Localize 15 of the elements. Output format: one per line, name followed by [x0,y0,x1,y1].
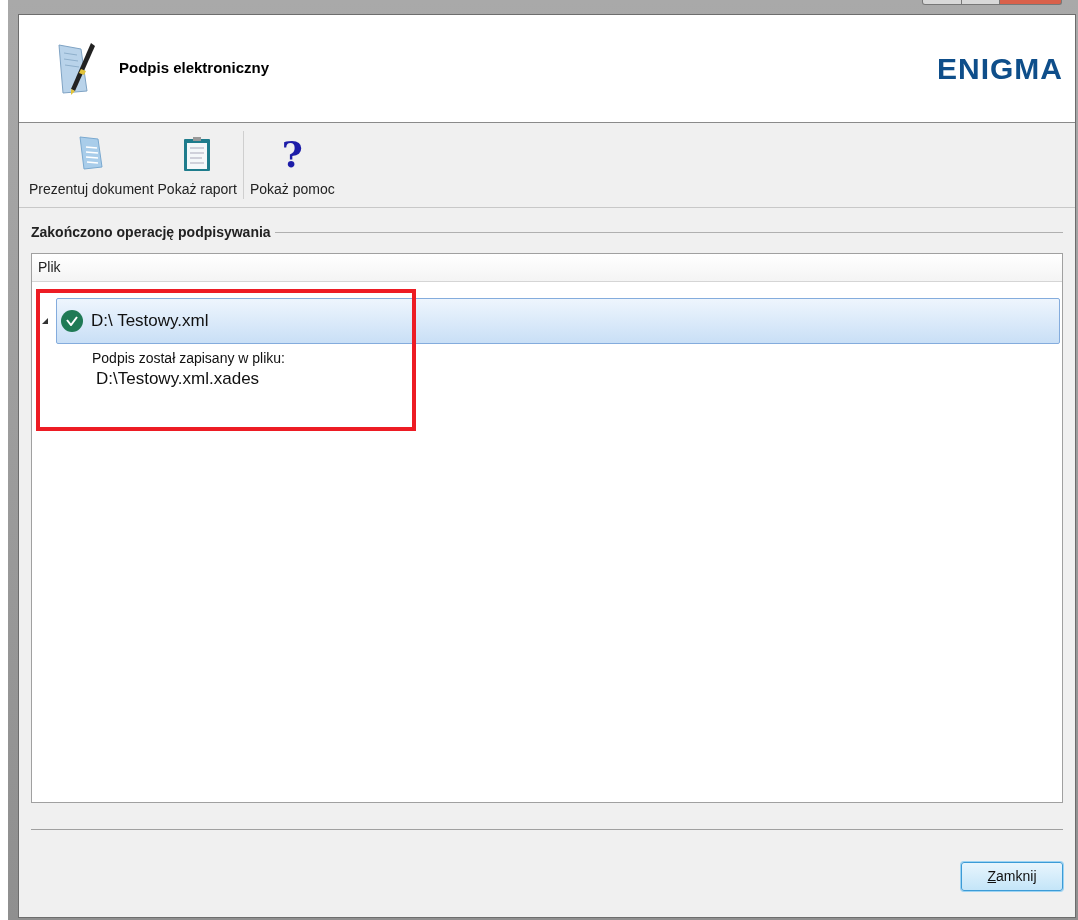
column-header[interactable]: Plik [32,254,1062,281]
close-dialog-button[interactable]: Zamknij [961,862,1063,891]
minimize-button[interactable] [922,0,962,5]
tree-item[interactable]: D:\ Testowy.xml [56,298,1060,344]
document-pen-icon [55,40,97,97]
brand-logo: ENIGMA [937,53,1063,84]
group-title: Zakończono operację podpisywania [31,223,272,242]
help-icon: ? [281,135,303,173]
detail-text: Podpis został zapisany w pliku: [92,349,285,368]
toolbar-button[interactable]: ? Pokaż pomoc [247,123,337,207]
maximize-button[interactable] [962,0,1000,5]
toolbar-button[interactable]: Pokaż raport [155,123,239,207]
detail-text: D:\Testowy.xml.xades [96,369,260,389]
toolbar-button[interactable]: Prezentuj dokument [27,123,156,207]
header-title: Podpis elektroniczny [119,58,270,79]
